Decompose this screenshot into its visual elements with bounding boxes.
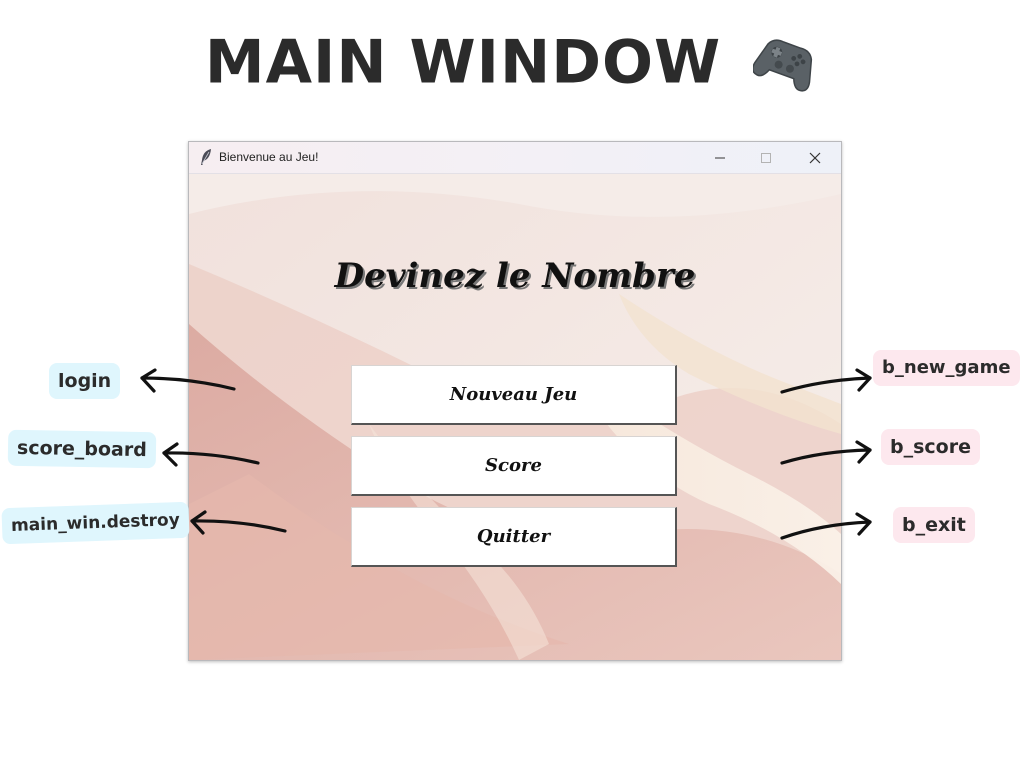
close-icon bbox=[809, 152, 821, 163]
maximize-icon bbox=[761, 152, 771, 163]
annotation-b-new-game: b_new_game bbox=[873, 350, 1020, 386]
annotation-main-win-destroy: main_win.destroy bbox=[1, 501, 190, 545]
close-button[interactable] bbox=[792, 142, 838, 173]
minimize-icon bbox=[715, 157, 725, 158]
window-client-area: Devinez le Nombre Nouveau Jeu Score Quit… bbox=[189, 174, 841, 660]
annotation-b-exit: b_exit bbox=[893, 507, 975, 543]
window-titlebar[interactable]: Bienvenue au Jeu! bbox=[189, 142, 841, 174]
heading-title: MAIN WINDOW bbox=[204, 27, 722, 98]
annotation-score-board: score_board bbox=[7, 429, 157, 469]
arrow-b-score-head bbox=[855, 440, 872, 464]
arrow-new-game-head bbox=[855, 368, 872, 392]
exit-button[interactable]: Quitter bbox=[351, 507, 677, 567]
arrow-score-board-head bbox=[162, 442, 179, 467]
annotation-login: login bbox=[49, 363, 121, 399]
annotation-b-score: b_score bbox=[881, 429, 980, 465]
minimize-button[interactable] bbox=[697, 142, 743, 173]
feather-icon bbox=[201, 149, 211, 165]
game-title: Devinez le Nombre bbox=[334, 256, 696, 296]
page: MAIN WINDOW Bienvenue au Jeu! Devinez le… bbox=[0, 0, 1024, 768]
maximize-button[interactable] bbox=[743, 142, 789, 173]
arrow-login-head bbox=[140, 368, 157, 393]
game-controller-icon bbox=[753, 39, 813, 92]
score-button[interactable]: Score bbox=[351, 436, 677, 496]
arrow-b-exit-head bbox=[855, 512, 872, 536]
main-heading: MAIN WINDOW bbox=[0, 24, 1024, 97]
new-game-button[interactable]: Nouveau Jeu bbox=[351, 365, 677, 425]
app-window: Bienvenue au Jeu! Devinez le Nombre Nouv… bbox=[188, 141, 842, 661]
window-title: Bienvenue au Jeu! bbox=[219, 150, 319, 164]
